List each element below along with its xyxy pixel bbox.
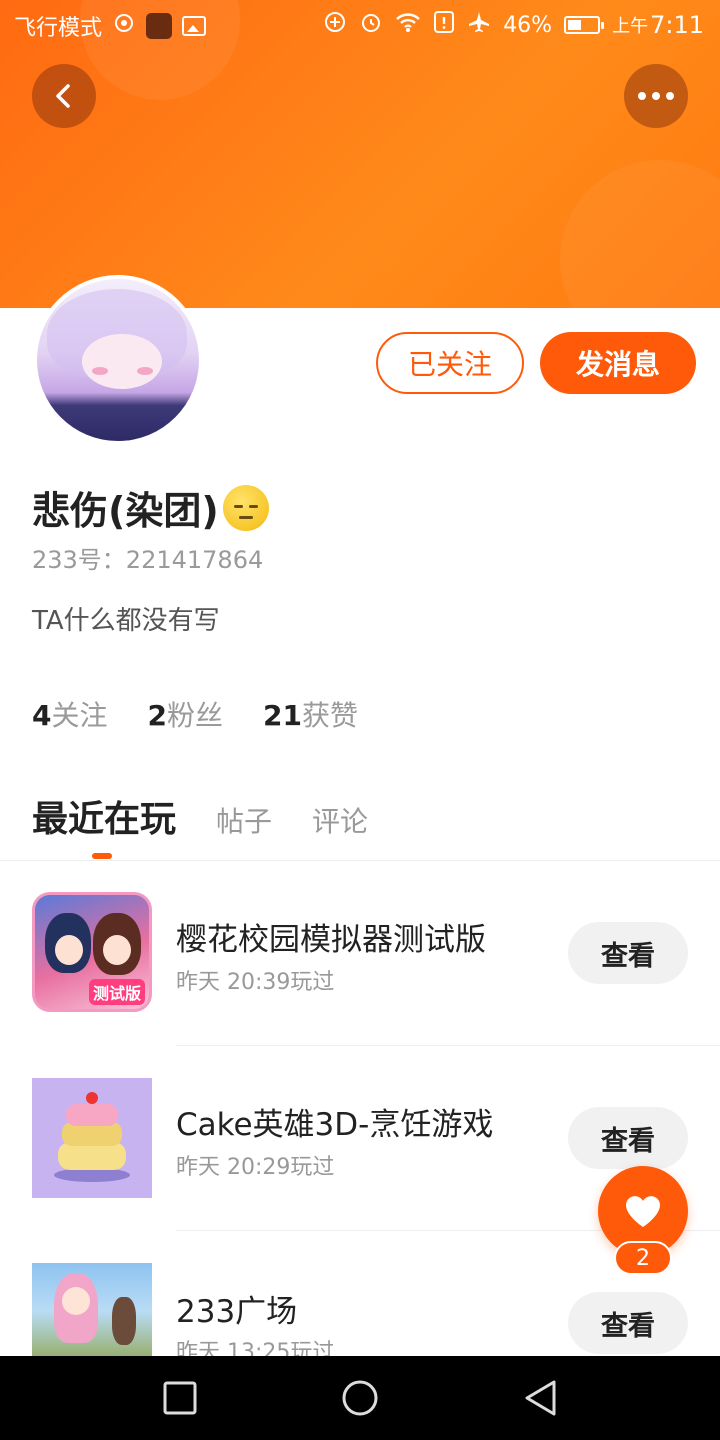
game-last-played: 昨天 20:29玩过: [176, 1155, 335, 1180]
username-row: 悲伤(染团): [32, 480, 269, 535]
system-navigation-bar: [0, 1356, 720, 1440]
hotspot-icon: [112, 11, 136, 42]
avatar[interactable]: [33, 275, 203, 445]
time-ampm: 上午: [612, 16, 649, 37]
more-horizontal-icon: [638, 92, 674, 100]
time: 7:11: [650, 11, 704, 39]
stat-likes[interactable]: 21获赞: [263, 694, 358, 734]
stat-following-label: 关注: [51, 699, 108, 732]
stat-following-count: 4: [32, 699, 52, 732]
view-button[interactable]: 查看: [568, 1107, 688, 1169]
tab-comments[interactable]: 评论: [312, 800, 368, 840]
divider: [176, 1045, 720, 1046]
view-button[interactable]: 查看: [568, 922, 688, 984]
recents-button[interactable]: [158, 1376, 202, 1420]
like-count-badge: 2: [614, 1241, 672, 1275]
tab-posts[interactable]: 帖子: [216, 800, 272, 840]
battery-percent: 46%: [503, 12, 553, 38]
alert-icon: [433, 10, 455, 40]
stat-fans-label: 粉丝: [166, 699, 223, 732]
airplane-mode-label: 飞行模式: [14, 16, 103, 41]
stat-fans-count: 2: [147, 699, 167, 732]
wifi-icon: [395, 11, 421, 39]
more-options-button[interactable]: [624, 64, 688, 128]
battery-icon: [564, 16, 605, 34]
nav-back-button[interactable]: [518, 1376, 562, 1420]
game-title: 233广场: [176, 1294, 298, 1330]
view-button[interactable]: 查看: [568, 1292, 688, 1354]
banner-decoration: [560, 160, 720, 308]
user-id: 233号：221417864: [32, 546, 264, 574]
heart-icon: [626, 1196, 660, 1227]
battery-fill: [568, 20, 582, 30]
stat-following[interactable]: 4关注: [32, 694, 108, 734]
data-saver-icon: [323, 10, 347, 40]
status-bar: 飞行模式 46% 上午 7:11: [0, 0, 720, 48]
alarm-icon: [359, 10, 383, 40]
airplane-icon: [467, 10, 491, 40]
pensive-face-emoji: [222, 484, 269, 531]
avatar-image: [37, 279, 199, 441]
game-icon[interactable]: [32, 1078, 152, 1198]
triangle-back-icon: [525, 1380, 556, 1416]
home-button[interactable]: [338, 1376, 382, 1420]
game-title: 樱花校园模拟器测试版: [176, 922, 486, 958]
back-button[interactable]: [32, 64, 96, 128]
bio: TA什么都没有写: [32, 606, 220, 636]
chevron-left-icon: [56, 84, 70, 108]
stats-row: 4关注 2粉丝 21获赞: [32, 694, 358, 734]
tab-recently-played[interactable]: 最近在玩: [32, 790, 176, 842]
send-message-button[interactable]: 发消息: [540, 332, 696, 394]
circle-icon: [342, 1380, 378, 1416]
test-version-tag: 测试版: [88, 979, 145, 1005]
stat-fans[interactable]: 2粉丝: [148, 694, 224, 734]
followed-button[interactable]: 已关注: [376, 332, 524, 394]
image-notification-icon: [182, 16, 207, 36]
app-notification-icon: [146, 13, 173, 39]
game-icon[interactable]: 测试版: [32, 892, 152, 1012]
square-icon: [163, 1381, 197, 1415]
stat-likes-label: 获赞: [301, 699, 358, 732]
active-tab-indicator: [92, 853, 112, 859]
stat-likes-count: 21: [263, 699, 302, 732]
divider: [0, 860, 720, 861]
game-list-item[interactable]: 测试版 樱花校园模拟器测试版 昨天 20:39玩过 查看: [0, 880, 720, 1065]
game-title: Cake英雄3D-烹饪游戏: [176, 1107, 494, 1143]
game-last-played: 昨天 20:39玩过: [176, 970, 335, 995]
username: 悲伤(染团): [32, 489, 219, 533]
profile-tabs: 最近在玩 帖子 评论: [32, 790, 368, 842]
